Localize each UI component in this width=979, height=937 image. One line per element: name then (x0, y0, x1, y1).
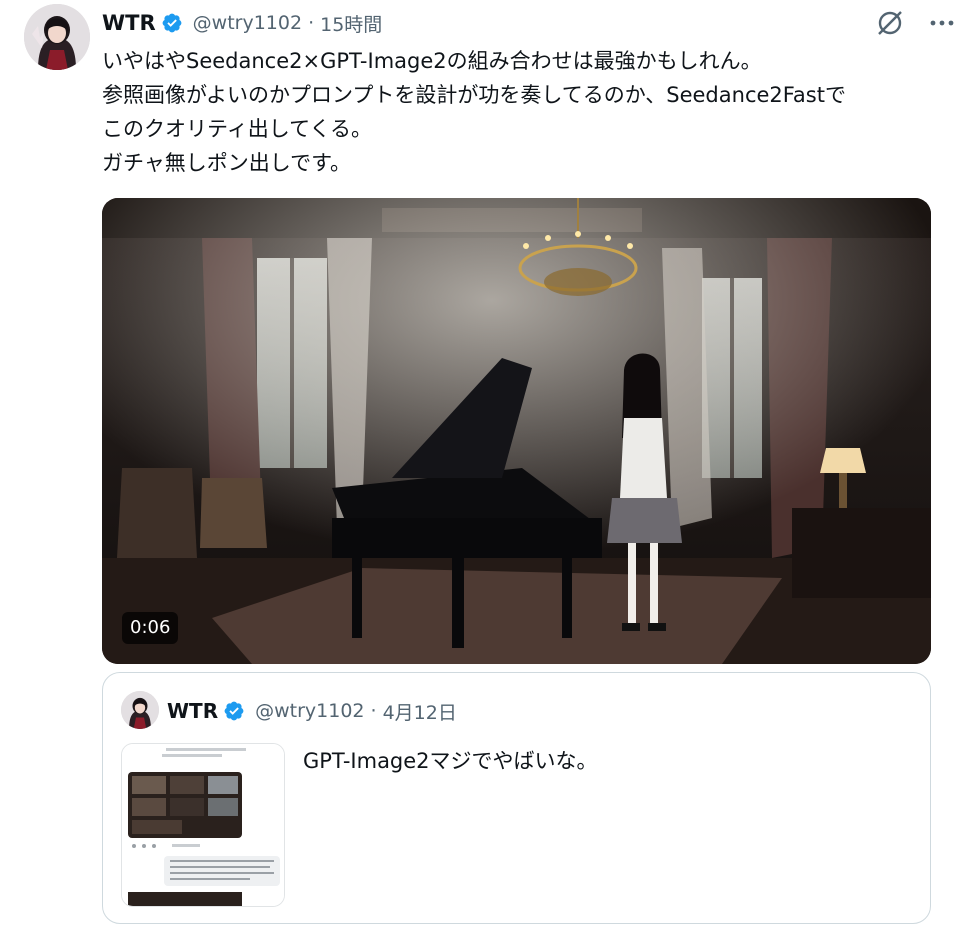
avatar-image (24, 4, 90, 70)
tweet-time[interactable]: 15時間 (320, 10, 382, 37)
quoted-tweet-date[interactable]: 4月12日 (383, 698, 457, 725)
tweet-text-line: いやはやSeedance2×GPT-Image2の組み合わせは最強かもしれん。 (102, 49, 762, 73)
quoted-tweet[interactable]: WTR @wtry1102 · 4月12日 GPT-Image2マジでやばいな。 (102, 672, 931, 924)
separator-dot: · (308, 12, 315, 34)
quoted-tweet-text: GPT-Image2マジでやばいな。 (303, 749, 598, 773)
video-player[interactable] (102, 198, 931, 664)
quoted-author-name[interactable]: WTR (167, 699, 218, 723)
quoted-tweet-header: WTR @wtry1102 · 4月12日 (167, 693, 457, 729)
tweet-text-line: ガチャ無しポン出しです。 (102, 151, 352, 175)
more-options-icon[interactable] (927, 8, 957, 38)
tweet-text-line: このクオリティ出してくる。 (102, 117, 373, 141)
quoted-author-avatar[interactable] (121, 691, 159, 729)
tweet-text-line: 参照画像がよいのかプロンプトを設計が功を奏してるのか、Seedance2Fast… (102, 83, 846, 107)
video-duration: 0:06 (122, 612, 179, 644)
quoted-media-thumbnail[interactable] (121, 743, 285, 907)
verified-badge-icon (162, 13, 182, 33)
tweet-header: WTR @wtry1102 · 15時間 (102, 6, 382, 40)
tweet-text: いやはやSeedance2×GPT-Image2の組み合わせは最強かもしれん。 … (102, 44, 962, 180)
author-avatar[interactable] (24, 4, 90, 70)
tweet-actions (875, 8, 957, 38)
separator-dot: · (370, 700, 377, 722)
quoted-thumbnail-image (122, 744, 284, 906)
author-handle[interactable]: @wtry1102 (193, 12, 302, 34)
video-frame-image (102, 198, 931, 664)
author-name[interactable]: WTR (102, 11, 156, 35)
verified-badge-icon (224, 701, 244, 721)
quoted-author-handle[interactable]: @wtry1102 (255, 700, 364, 722)
grok-icon[interactable] (875, 8, 905, 38)
quoted-avatar-image (121, 691, 159, 729)
